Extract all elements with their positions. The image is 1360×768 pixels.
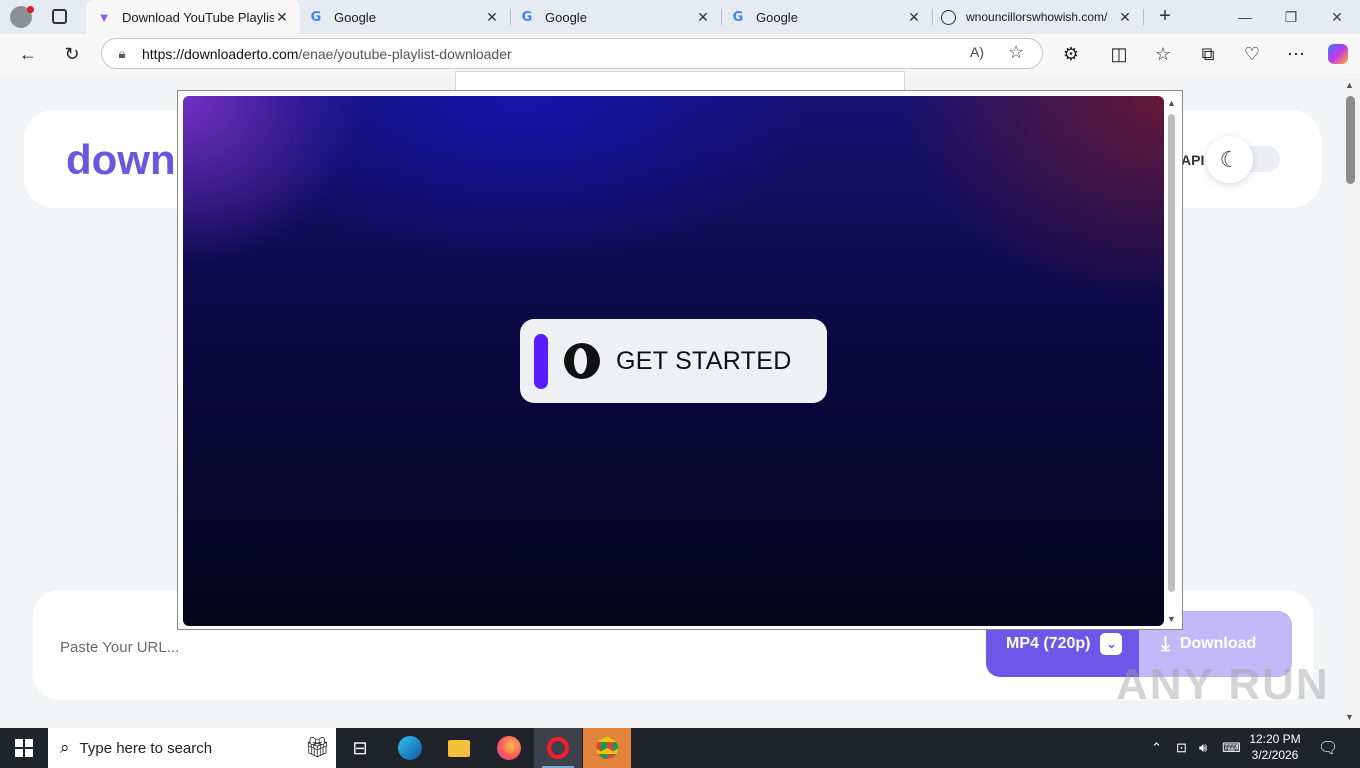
chevron-down-icon: ⌄ xyxy=(1100,633,1123,655)
site-logo[interactable]: down xyxy=(66,136,176,184)
restore-button[interactable]: ❐ xyxy=(1268,0,1314,34)
get-started-label: GET STARTED xyxy=(616,346,792,375)
close-window-button[interactable]: ✕ xyxy=(1314,0,1360,34)
api-link[interactable]: API xyxy=(1181,152,1204,168)
close-tab-icon[interactable]: ✕ xyxy=(906,9,922,26)
url-path: /enae/youtube-playlist-downloader xyxy=(298,45,512,62)
close-tab-icon[interactable]: ✕ xyxy=(274,9,290,26)
edge-icon[interactable] xyxy=(386,728,434,768)
search-icon: ⌕ xyxy=(60,738,70,757)
scroll-up-icon[interactable]: ▲ xyxy=(1345,80,1354,90)
tab-actions-icon[interactable] xyxy=(52,9,67,24)
popup-scrollbar-thumb[interactable] xyxy=(1168,114,1175,592)
minimize-button[interactable]: — xyxy=(1222,0,1268,34)
back-button[interactable]: ← xyxy=(13,40,43,68)
favorite-star-icon[interactable]: ☆ xyxy=(1008,42,1024,63)
chrome-icon[interactable] xyxy=(583,728,631,768)
copilot-icon[interactable] xyxy=(1323,40,1353,68)
firefox-icon[interactable] xyxy=(485,728,533,768)
notifications-icon[interactable]: 🗨︎ xyxy=(1318,728,1338,768)
tab-google-2[interactable]: G Google ✕ xyxy=(509,0,721,34)
collections-icon[interactable]: ⧉ xyxy=(1193,40,1223,68)
refresh-button[interactable]: ↻ xyxy=(57,40,87,68)
opera-logo-icon xyxy=(564,343,600,379)
gift-icon: 🎁︎ xyxy=(304,737,330,759)
ad-banner[interactable]: GET STARTED xyxy=(183,96,1164,626)
google-icon: G xyxy=(732,9,744,25)
close-tab-icon[interactable]: ✕ xyxy=(695,9,711,26)
tab-bar: ▼ Download YouTube Playlists ✕ G Google … xyxy=(0,0,1360,34)
scroll-down-icon[interactable]: ▼ xyxy=(1167,614,1176,624)
file-explorer-icon[interactable] xyxy=(435,728,483,768)
anyrun-watermark: ANY RUN xyxy=(1116,660,1330,709)
google-icon: G xyxy=(521,9,533,25)
page-scrollbar[interactable]: ▲ ▼ xyxy=(1342,74,1360,728)
v-logo-icon: ▼ xyxy=(97,9,111,25)
popup-scrollbar[interactable]: ▲ ▼ xyxy=(1164,96,1182,626)
favorites-icon[interactable]: ☆ xyxy=(1148,40,1178,68)
search-placeholder: Type here to search xyxy=(79,739,213,757)
format-label: MP4 (720p) xyxy=(1006,635,1091,652)
tab-download-youtube-playlists[interactable]: ▼ Download YouTube Playlists ✕ xyxy=(86,0,300,34)
task-view-icon[interactable]: ⊟ xyxy=(336,728,384,768)
clock-date: 3/2/2026 xyxy=(1251,748,1299,762)
network-icon[interactable]: ⊡ xyxy=(1176,728,1187,768)
opera-icon[interactable] xyxy=(534,728,582,768)
show-hidden-icons[interactable]: ⌃ xyxy=(1151,728,1162,768)
volume-icon[interactable]: 🔊︎ xyxy=(1199,728,1207,768)
close-tab-icon[interactable]: ✕ xyxy=(484,9,500,26)
scroll-up-icon[interactable]: ▲ xyxy=(1167,98,1176,108)
download-label: Download xyxy=(1179,635,1257,652)
more-menu-icon[interactable]: ⋯ xyxy=(1281,40,1311,68)
taskbar-search[interactable]: ⌕ Type here to search 🎁︎ xyxy=(48,728,336,768)
scrollbar-thumb[interactable] xyxy=(1346,96,1355,184)
tab-google-1[interactable]: G Google ✕ xyxy=(298,0,510,34)
globe-icon xyxy=(941,9,956,25)
language-icon[interactable]: ⌨︎ xyxy=(1222,728,1241,768)
taskbar: ⌕ Type here to search 🎁︎ ⊟ ⌃ ⊡ 🔊︎ ⌨︎ 12:… xyxy=(0,728,1360,768)
tab-google-3[interactable]: G Google ✕ xyxy=(720,0,932,34)
address-toolbar: ← ↻ 🔒︎ https://downloaderto.com/enae/you… xyxy=(0,34,1360,74)
accent-bar xyxy=(534,333,548,389)
address-bar[interactable]: 🔒︎ https://downloaderto.com/enae/youtube… xyxy=(101,38,1043,69)
scroll-down-icon[interactable]: ▼ xyxy=(1345,712,1354,722)
url-input[interactable] xyxy=(60,632,760,662)
lock-icon[interactable]: 🔒︎ xyxy=(102,46,142,62)
split-screen-icon[interactable]: ◫ xyxy=(1104,40,1134,68)
get-started-button[interactable]: GET STARTED xyxy=(520,319,827,403)
tab-wnouncillors[interactable]: wnouncillorswhowish.com/ ✕ xyxy=(931,0,1143,34)
read-aloud-icon[interactable]: A) xyxy=(970,44,984,60)
url-host: https://downloaderto.com xyxy=(142,45,299,62)
close-tab-icon[interactable]: ✕ xyxy=(1117,9,1133,26)
extensions-icon[interactable]: ⚙︎ xyxy=(1056,40,1086,68)
moon-icon[interactable]: ☾ xyxy=(1206,136,1253,183)
start-button[interactable] xyxy=(0,728,48,768)
google-icon: G xyxy=(310,9,322,25)
clock-time: 12:20 PM xyxy=(1249,732,1301,746)
clock[interactable]: 12:20 PM 3/2/2026 xyxy=(1240,731,1310,763)
profile-badge xyxy=(27,6,34,13)
new-tab-button[interactable]: + xyxy=(1152,5,1178,29)
download-icon: ⤓ xyxy=(1161,632,1170,655)
windows-logo-icon xyxy=(15,739,33,757)
popup-ad-window[interactable]: GET STARTED ▲ ▼ xyxy=(177,90,1183,630)
browser-essentials-icon[interactable]: ♡ xyxy=(1237,40,1267,68)
